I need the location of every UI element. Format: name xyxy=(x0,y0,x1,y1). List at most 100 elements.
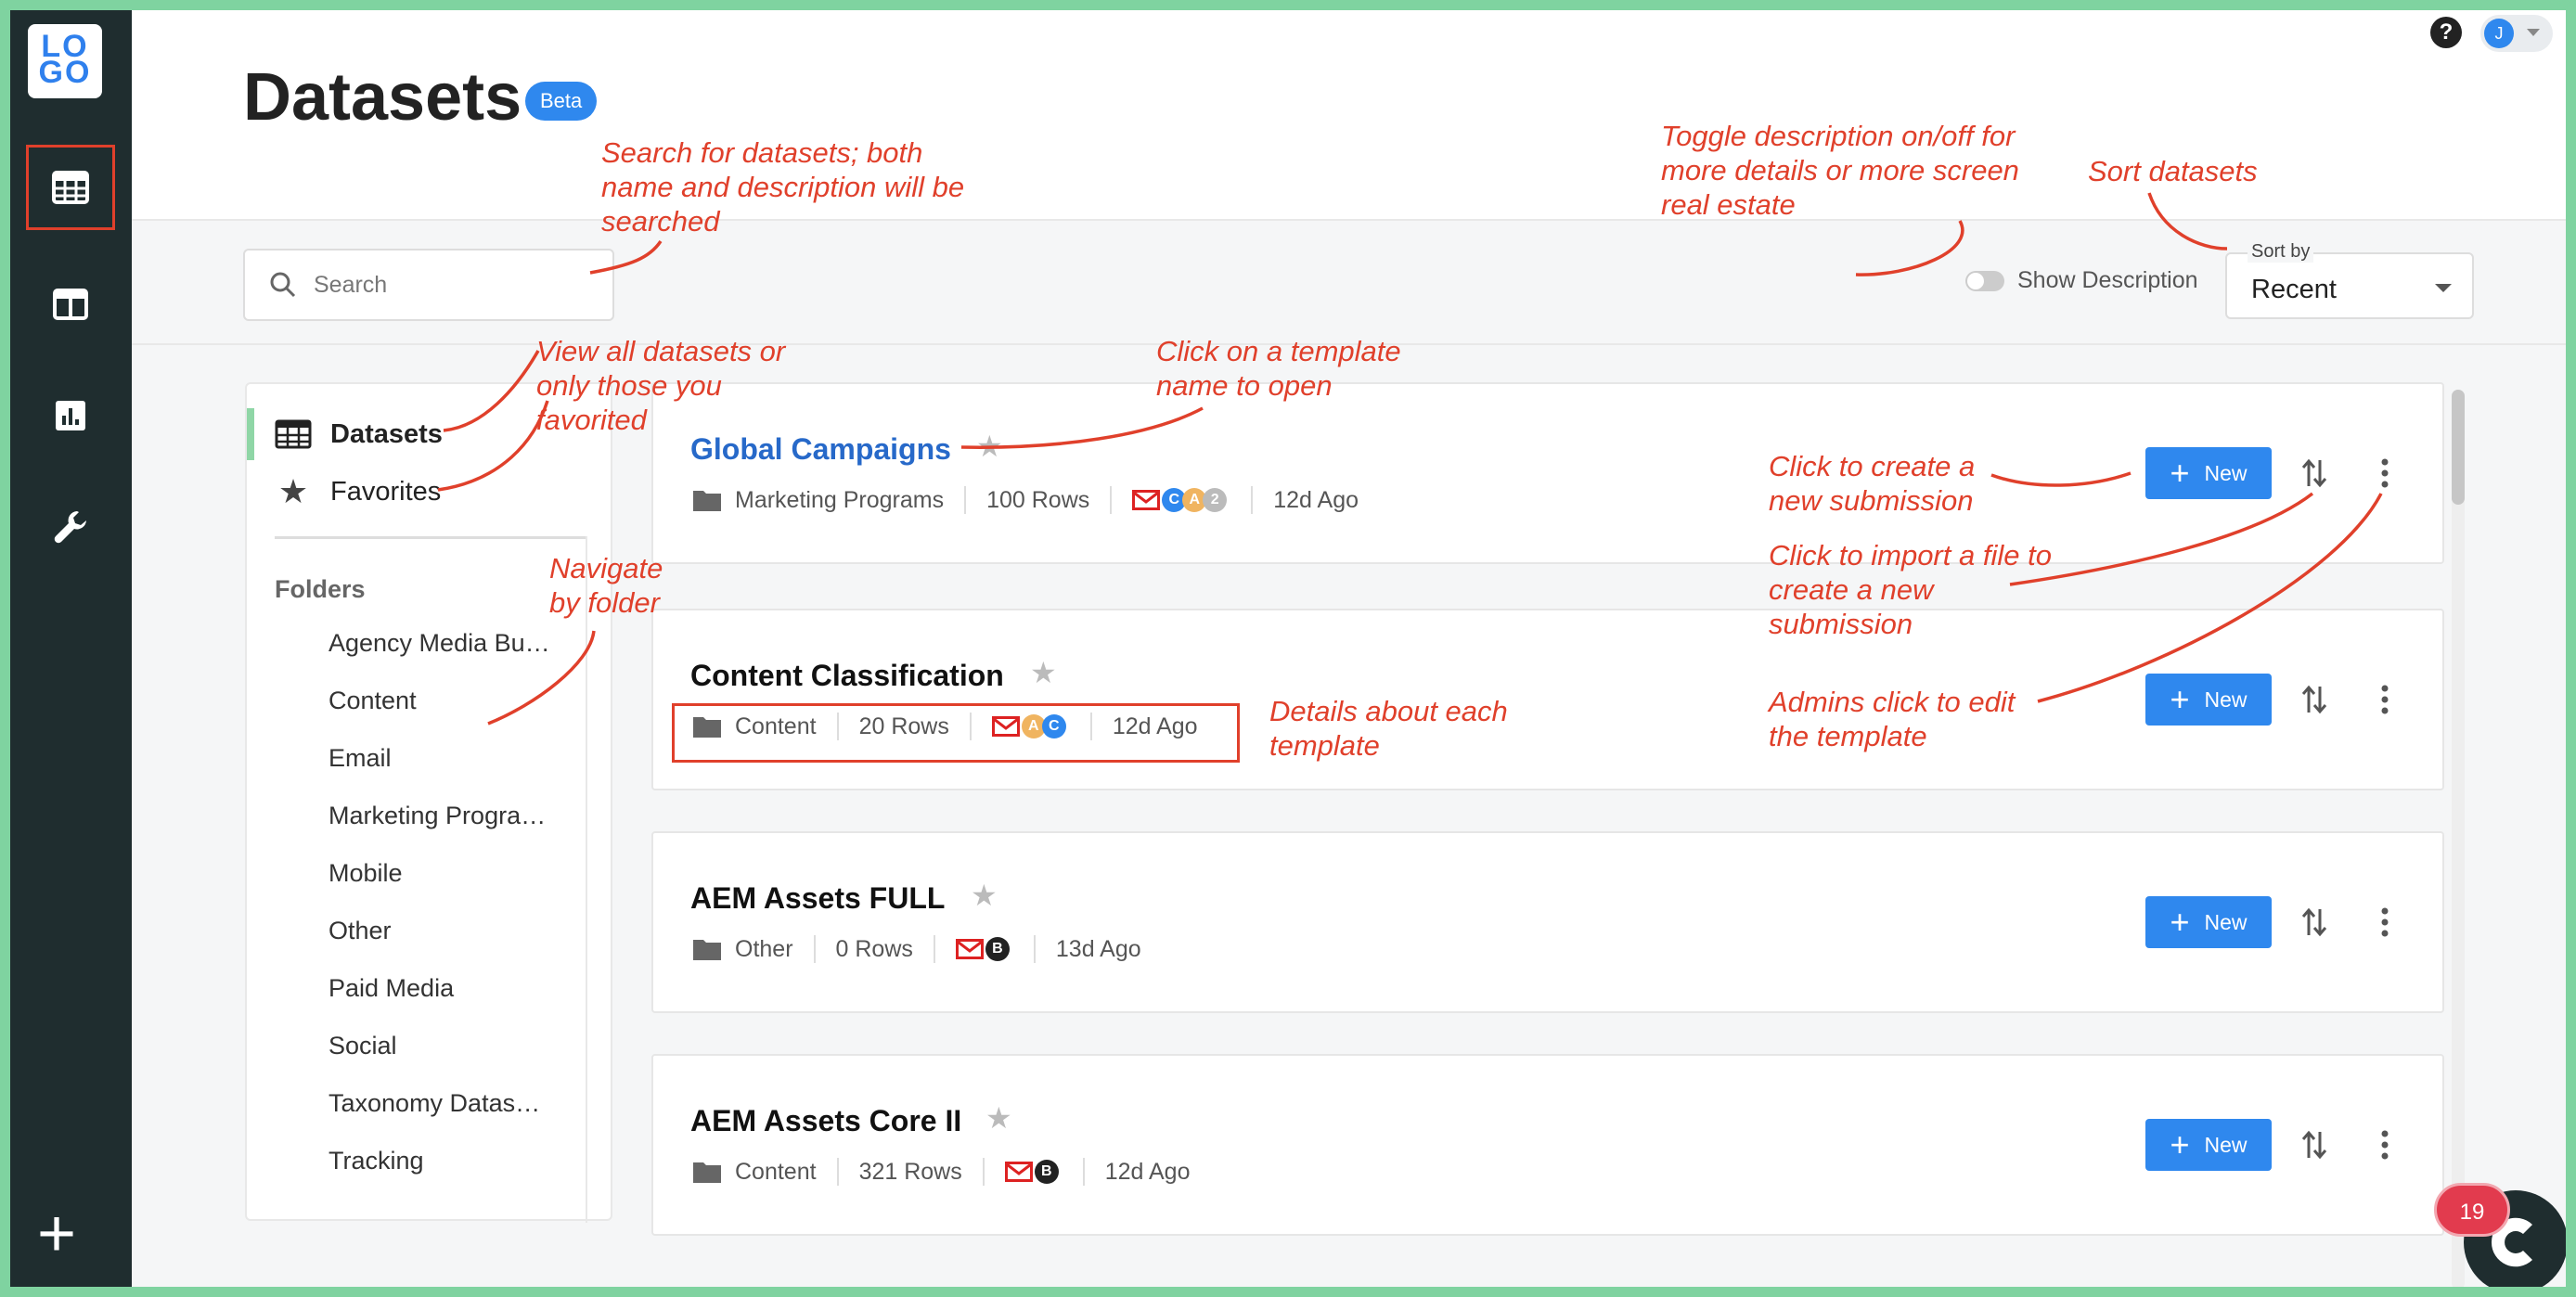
divider xyxy=(982,1158,985,1186)
scrollbar[interactable] xyxy=(2452,390,2465,1290)
contributors: C A 2 xyxy=(1132,488,1228,512)
extra-count-badge: 2 xyxy=(1203,488,1228,512)
dataset-folder: Content xyxy=(735,1158,817,1185)
folder-item[interactable]: Mobile xyxy=(328,859,581,888)
annotation-create: Click to create a new submission xyxy=(1769,450,1976,517)
new-submission-button[interactable]: + New xyxy=(2145,1119,2272,1171)
sidebar-item-label: Datasets xyxy=(330,418,443,449)
toolbar: Show Description Sort by Recent xyxy=(132,221,2576,345)
app-logo[interactable]: LO GO xyxy=(28,24,102,98)
folder-item[interactable]: Content xyxy=(328,687,581,715)
folder-item[interactable]: Tracking xyxy=(328,1147,581,1175)
avatar: J xyxy=(2484,19,2514,48)
folder-item[interactable]: Taxonomy Datas… xyxy=(328,1089,581,1118)
user-menu[interactable]: J xyxy=(2480,15,2553,52)
divider xyxy=(1110,486,1113,514)
dataset-card: Global Campaigns ★ Marketing Programs 10… xyxy=(651,382,2444,564)
more-options-icon[interactable] xyxy=(2366,674,2403,726)
toggle-switch[interactable] xyxy=(1965,270,2004,291)
favorite-star-icon[interactable]: ★ xyxy=(1030,655,1057,690)
dataset-title-link[interactable]: Global Campaigns xyxy=(690,432,951,467)
annotation-search: Search for datasets; both name and descr… xyxy=(601,136,965,238)
new-submission-button[interactable]: + New xyxy=(2145,447,2272,499)
dataset-updated: 12d Ago xyxy=(1104,1158,1191,1185)
search-box[interactable] xyxy=(243,249,614,321)
dataset-title-link[interactable]: Content Classification xyxy=(690,659,1004,693)
add-button[interactable]: + xyxy=(37,1201,76,1267)
divider xyxy=(933,935,935,963)
dataset-title-link[interactable]: AEM Assets Core II xyxy=(690,1104,961,1138)
sort-select[interactable]: Sort by Recent xyxy=(2225,241,2474,319)
dataset-updated: 13d Ago xyxy=(1055,935,1141,962)
mail-icon xyxy=(1132,490,1161,510)
folder-item[interactable]: Agency Media Bu… xyxy=(328,629,581,658)
table-icon xyxy=(275,419,312,449)
contributors: B xyxy=(955,937,1010,961)
avatar: B xyxy=(1034,1160,1059,1184)
annotation-template: Click on a template name to open xyxy=(1156,335,1401,402)
scrollbar-thumb[interactable] xyxy=(2452,390,2465,505)
folder-icon xyxy=(692,488,722,512)
folder-icon xyxy=(692,937,722,961)
rail-templates-button[interactable] xyxy=(26,262,115,347)
divider xyxy=(1082,1158,1085,1186)
dataset-card: AEM Assets FULL ★ Other 0 Rows B 13d Ago… xyxy=(651,831,2444,1013)
mail-icon xyxy=(1004,1162,1033,1182)
mail-icon xyxy=(955,939,984,959)
button-label: New xyxy=(2204,460,2248,485)
star-icon: ★ xyxy=(277,472,309,510)
folder-item[interactable]: Other xyxy=(328,917,581,945)
annotation-sort: Sort datasets xyxy=(2088,155,2258,187)
chevron-down-icon xyxy=(2527,29,2540,36)
sidebar-item-favorites[interactable]: ★ Favorites xyxy=(247,466,611,518)
more-options-icon[interactable] xyxy=(2366,896,2403,948)
search-input[interactable] xyxy=(314,271,592,299)
annotation-admin: Admins click to edit the template xyxy=(1769,686,2016,752)
import-file-icon[interactable] xyxy=(2296,896,2333,948)
import-file-icon[interactable] xyxy=(2296,447,2333,499)
divider xyxy=(813,935,816,963)
folder-item[interactable]: Marketing Progra… xyxy=(328,802,581,830)
favorite-star-icon[interactable]: ★ xyxy=(985,1100,1012,1136)
annotation-import: Click to import a file to create a new s… xyxy=(1769,539,2052,640)
dataset-updated: 12d Ago xyxy=(1273,486,1359,513)
sidebar: Datasets ★ Favorites Folders Agency Medi… xyxy=(245,382,612,1223)
more-options-icon[interactable] xyxy=(2366,1119,2403,1171)
dataset-title-link[interactable]: AEM Assets FULL xyxy=(690,881,945,916)
wrench-icon xyxy=(54,511,86,544)
divider xyxy=(586,536,587,1223)
search-icon xyxy=(270,272,296,298)
dataset-folder: Other xyxy=(735,935,793,962)
grid-table-icon xyxy=(52,171,89,204)
new-submission-button[interactable]: + New xyxy=(2145,674,2272,726)
help-icon[interactable]: ? xyxy=(2430,17,2462,48)
template-icon xyxy=(53,289,88,320)
contributors: B xyxy=(1004,1160,1059,1184)
annotation-details: Details about each template xyxy=(1269,695,1508,762)
import-file-icon[interactable] xyxy=(2296,674,2333,726)
dataset-meta: Marketing Programs 100 Rows C A 2 12d Ag… xyxy=(692,486,1359,514)
annotation-view: View all datasets or only those you favo… xyxy=(536,335,786,436)
notification-count-badge: 19 xyxy=(2434,1183,2510,1237)
folder-item[interactable]: Social xyxy=(328,1032,581,1060)
favorite-star-icon[interactable]: ★ xyxy=(976,429,1003,464)
favorite-star-icon[interactable]: ★ xyxy=(971,878,998,913)
rail-reports-button[interactable] xyxy=(26,373,115,458)
beta-badge: Beta xyxy=(525,82,598,121)
new-submission-button[interactable]: + New xyxy=(2145,896,2272,948)
import-file-icon[interactable] xyxy=(2296,1119,2333,1171)
caret-down-icon xyxy=(2435,284,2452,292)
left-rail: LO GO + xyxy=(0,0,132,1297)
folder-item[interactable]: Email xyxy=(328,744,581,773)
show-description-toggle[interactable]: Show Description xyxy=(1965,267,2198,294)
rail-datasets-button[interactable] xyxy=(26,145,115,230)
rail-tools-button[interactable] xyxy=(26,484,115,570)
divider xyxy=(836,1158,839,1186)
folder-icon xyxy=(692,1160,722,1184)
button-label: New xyxy=(2204,909,2248,934)
dataset-meta: Content 321 Rows B 12d Ago xyxy=(692,1158,1191,1186)
dataset-card: AEM Assets Core II ★ Content 321 Rows B … xyxy=(651,1054,2444,1236)
folder-item[interactable]: Paid Media xyxy=(328,974,581,1003)
annotation-folder: Navigate by folder xyxy=(549,552,663,619)
more-options-icon[interactable] xyxy=(2366,447,2403,499)
